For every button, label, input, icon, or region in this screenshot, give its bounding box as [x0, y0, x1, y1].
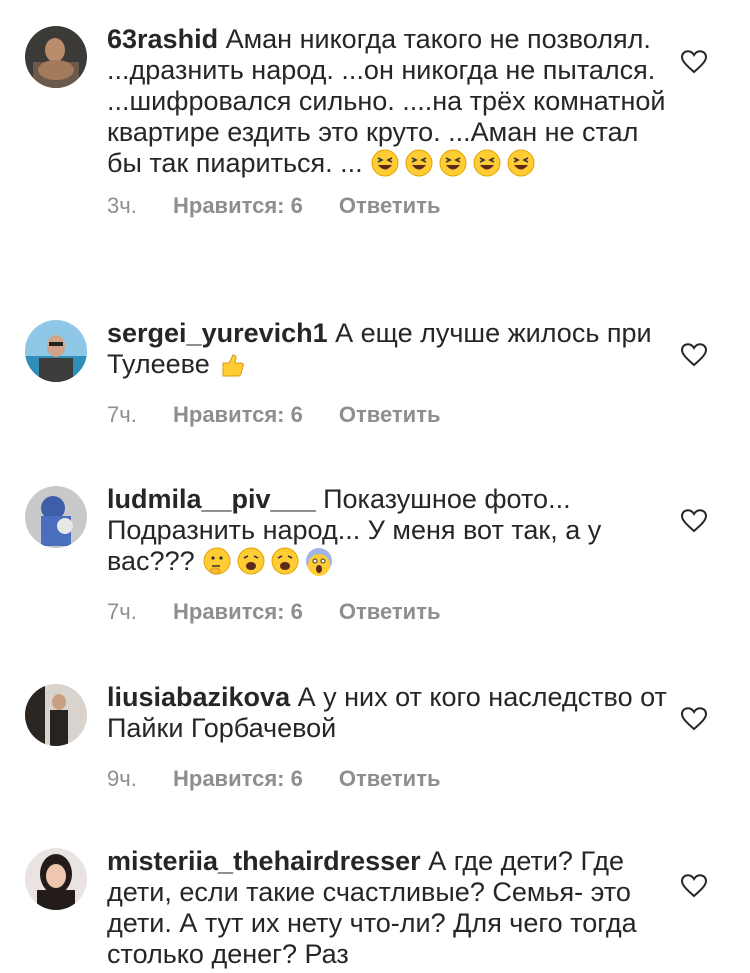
comment-body: sergei_yurevich1 А еще лучше жилось при …	[107, 318, 667, 428]
comment-text: ludmila__piv___ Показушное фото... Подра…	[107, 484, 667, 577]
heart-icon[interactable]	[681, 343, 707, 367]
heart-icon[interactable]	[681, 707, 707, 731]
laughing-emoji	[371, 149, 399, 177]
heart-icon[interactable]	[681, 874, 707, 898]
likes-count[interactable]: Нравится: 6	[173, 599, 303, 625]
comment-body: ludmila__piv___ Показушное фото... Подра…	[107, 484, 667, 625]
likes-count[interactable]: Нравится: 6	[173, 766, 303, 792]
avatar[interactable]	[25, 848, 87, 910]
comment-username[interactable]: liusiabazikova	[107, 682, 290, 712]
heart-icon[interactable]	[681, 509, 707, 533]
laughing-emoji	[439, 149, 467, 177]
comment-emojis	[217, 349, 251, 379]
heart-icon[interactable]	[681, 50, 707, 74]
comment-emojis	[202, 546, 338, 576]
avatar[interactable]	[25, 486, 87, 548]
comment-username[interactable]: ludmila__piv___	[107, 484, 316, 514]
comments-feed: 63rashid Аман никогда такого не позволял…	[0, 0, 750, 973]
comment-time[interactable]: 7ч.	[107, 402, 173, 428]
comment-meta: 7ч. Нравится: 6 Ответить	[107, 402, 667, 428]
comment-emojis	[370, 148, 540, 178]
comment-text: misteriia_thehairdresser А где дети? Где…	[107, 846, 667, 970]
comment-text: 63rashid Аман никогда такого не позволял…	[107, 24, 667, 179]
comment-body: misteriia_thehairdresser А где дети? Где…	[107, 846, 667, 970]
reply-button[interactable]: Ответить	[339, 599, 441, 625]
laughing-emoji	[507, 149, 535, 177]
avatar[interactable]	[25, 26, 87, 88]
comment-meta: 9ч. Нравится: 6 Ответить	[107, 766, 667, 792]
comment-body: liusiabazikova А у них от кого наследств…	[107, 682, 667, 792]
avatar[interactable]	[25, 684, 87, 746]
weary-emoji	[237, 547, 265, 575]
comment-username[interactable]: misteriia_thehairdresser	[107, 846, 421, 876]
reply-button[interactable]: Ответить	[339, 766, 441, 792]
comment-time[interactable]: 3ч.	[107, 193, 173, 219]
likes-count[interactable]: Нравится: 6	[173, 193, 303, 219]
comment-time[interactable]: 9ч.	[107, 766, 173, 792]
weary-emoji	[271, 547, 299, 575]
comment-username[interactable]: 63rashid	[107, 24, 218, 54]
laughing-emoji	[405, 149, 433, 177]
reply-button[interactable]: Ответить	[339, 193, 441, 219]
comment-text: sergei_yurevich1 А еще лучше жилось при …	[107, 318, 667, 380]
comment-meta: 3ч. Нравится: 6 Ответить	[107, 193, 667, 219]
comment-username[interactable]: sergei_yurevich1	[107, 318, 328, 348]
laughing-emoji	[473, 149, 501, 177]
comment-text: liusiabazikova А у них от кого наследств…	[107, 682, 667, 744]
reply-button[interactable]: Ответить	[339, 402, 441, 428]
thumbs-up-emoji	[222, 354, 245, 377]
screaming-emoji	[306, 548, 333, 576]
avatar[interactable]	[25, 320, 87, 382]
thinking-emoji	[203, 547, 231, 575]
comment-meta: 7ч. Нравится: 6 Ответить	[107, 599, 667, 625]
likes-count[interactable]: Нравится: 6	[173, 402, 303, 428]
comment-time[interactable]: 7ч.	[107, 599, 173, 625]
comment-body: 63rashid Аман никогда такого не позволял…	[107, 24, 667, 219]
